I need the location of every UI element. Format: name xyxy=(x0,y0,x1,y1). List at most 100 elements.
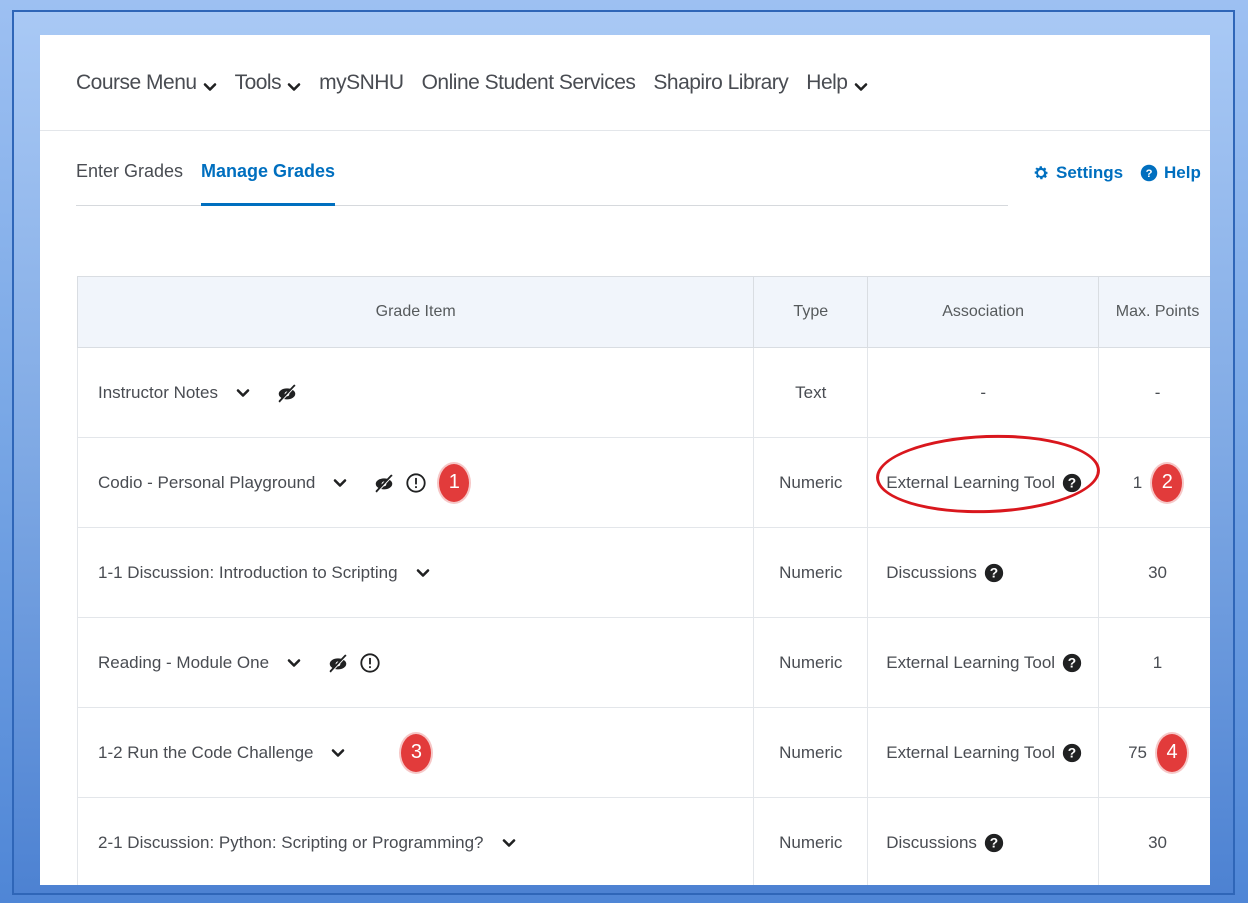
association-cell: Discussions? xyxy=(867,527,1100,618)
grade-type-cell: Numeric xyxy=(753,707,869,798)
grade-item-cell: Codio - Personal Playground 1 xyxy=(76,437,755,528)
column-header-type[interactable]: Type xyxy=(753,276,869,348)
annotation-badge: 3 xyxy=(401,733,432,772)
chevron-down-icon[interactable] xyxy=(333,476,347,490)
table-row: Reading - Module One Numeric External Lear… xyxy=(76,617,1210,708)
table-row: Instructor Notes Text - - xyxy=(76,347,1210,438)
grade-type-cell: Numeric xyxy=(753,617,869,708)
svg-text:?: ? xyxy=(990,835,998,850)
nav-item-2[interactable]: mySNHU xyxy=(319,71,404,95)
association-label: - xyxy=(980,382,986,402)
association-cell: External Learning Tool? xyxy=(867,707,1100,798)
tab-manage-grades[interactable]: Manage Grades xyxy=(201,161,336,206)
max-points-value: 30 xyxy=(1148,832,1167,852)
grade-item-cell: Reading - Module One xyxy=(76,617,755,708)
help-icon[interactable]: ? xyxy=(983,562,1005,584)
chevron-down-icon[interactable] xyxy=(331,746,345,760)
max-points-cell: 30 xyxy=(1098,527,1210,618)
grade-items-table: Grade Item Type Association Max. Points … xyxy=(76,276,1210,885)
svg-text:?: ? xyxy=(1068,745,1076,760)
max-points-cell: 12 xyxy=(1098,437,1210,528)
grade-type-cell: Numeric xyxy=(753,527,869,618)
grade-item-name[interactable]: Codio - Personal Playground xyxy=(98,473,315,493)
table-row: 1-2 Run the Code Challenge 3 Numeric Extern… xyxy=(76,707,1210,798)
chevron-down-icon xyxy=(287,76,301,91)
nav-item-1[interactable]: Tools xyxy=(235,71,302,95)
chevron-down-icon xyxy=(203,76,217,91)
annotation-badge: 4 xyxy=(1157,733,1187,772)
hidden-eye-icon xyxy=(327,652,349,674)
nav-item-label: Online Student Services xyxy=(421,70,636,94)
table-row: 1-1 Discussion: Introduction to Scriptin… xyxy=(76,527,1210,618)
max-points-value: 75 xyxy=(1128,742,1147,762)
nav-item-label: Help xyxy=(806,70,848,94)
help-icon[interactable]: ? xyxy=(1061,742,1083,764)
max-points-cell: 1 xyxy=(1098,617,1210,708)
max-points-cell: - xyxy=(1098,347,1210,438)
association-cell: Discussions? xyxy=(867,797,1100,885)
help-icon[interactable]: ? xyxy=(983,832,1005,854)
column-header-association[interactable]: Association xyxy=(867,276,1100,348)
association-label: External Learning Tool xyxy=(886,652,1056,672)
annotation-badge: 2 xyxy=(1152,463,1183,502)
chevron-down-icon xyxy=(854,76,868,91)
grade-item-cell: 1-2 Run the Code Challenge 3 xyxy=(76,707,755,798)
association-cell: External Learning Tool? xyxy=(867,617,1100,708)
grade-item-name[interactable]: 1-2 Run the Code Challenge xyxy=(98,743,313,763)
svg-text:?: ? xyxy=(1068,655,1076,670)
settings-button[interactable]: Settings xyxy=(1032,163,1123,183)
column-header-max-points[interactable]: Max. Points xyxy=(1098,276,1210,348)
max-points-value: 1 xyxy=(1132,472,1143,492)
nav-item-label: Course Menu xyxy=(76,70,197,94)
chevron-down-icon[interactable] xyxy=(287,656,301,670)
max-points-value: 1 xyxy=(1152,652,1163,672)
svg-text:?: ? xyxy=(990,565,998,580)
nav-item-4[interactable]: Shapiro Library xyxy=(653,71,788,95)
question-circle-icon: ? xyxy=(1140,164,1158,182)
nav-item-0[interactable]: Course Menu xyxy=(76,71,217,95)
alert-icon xyxy=(359,652,381,674)
association-label: External Learning Tool xyxy=(886,742,1056,762)
chevron-down-icon[interactable] xyxy=(502,836,516,850)
max-points-cell: 30 xyxy=(1098,797,1210,885)
nav-item-label: Tools xyxy=(234,70,282,94)
association-label: Discussions xyxy=(886,562,977,582)
grade-item-name[interactable]: 2-1 Discussion: Python: Scripting or Pro… xyxy=(98,833,484,853)
help-icon[interactable]: ? xyxy=(1061,652,1083,674)
course-nav-bar: Course Menu Tools mySNHU Online Student Ser… xyxy=(40,35,1210,131)
association-cell: - xyxy=(867,347,1100,438)
tab-enter-grades[interactable]: Enter Grades xyxy=(76,161,183,182)
grade-type-cell: Numeric xyxy=(753,797,869,885)
grade-type-cell: Numeric xyxy=(753,437,869,528)
chevron-down-icon[interactable] xyxy=(416,566,430,580)
association-label: Discussions xyxy=(886,832,977,852)
grade-item-name[interactable]: Instructor Notes xyxy=(98,383,218,403)
svg-text:?: ? xyxy=(1146,168,1153,180)
help-button[interactable]: ? Help xyxy=(1140,163,1201,183)
grade-item-name[interactable]: 1-1 Discussion: Introduction to Scriptin… xyxy=(98,563,398,583)
settings-label: Settings xyxy=(1056,163,1124,182)
chevron-down-icon[interactable] xyxy=(236,386,250,400)
grade-item-cell: Instructor Notes xyxy=(76,347,755,438)
nav-item-5[interactable]: Help xyxy=(806,71,867,95)
grade-item-cell: 1-1 Discussion: Introduction to Scriptin… xyxy=(76,527,755,618)
hidden-eye-icon xyxy=(373,472,395,494)
alert-icon xyxy=(405,472,427,494)
grades-tab-bar: Enter Grades Manage Grades xyxy=(76,153,1008,206)
grade-item-name[interactable]: Reading - Module One xyxy=(98,653,269,673)
grade-type-cell: Text xyxy=(753,347,869,438)
gear-icon xyxy=(1034,166,1049,180)
hidden-eye-icon xyxy=(276,382,298,404)
grade-item-cell: 2-1 Discussion: Python: Scripting or Pro… xyxy=(76,797,755,885)
nav-item-3[interactable]: Online Student Services xyxy=(422,71,636,95)
help-label: Help xyxy=(1164,163,1201,182)
table-header-row: Grade Item Type Association Max. Points xyxy=(76,276,1210,348)
table-row: 2-1 Discussion: Python: Scripting or Pro… xyxy=(76,797,1210,885)
nav-item-label: mySNHU xyxy=(319,70,404,94)
nav-item-label: Shapiro Library xyxy=(653,70,789,94)
max-points-cell: 75 4 xyxy=(1098,707,1210,798)
max-points-value: - xyxy=(1154,382,1161,402)
column-header-grade-item[interactable]: Grade Item xyxy=(76,276,755,348)
page: Course Menu Tools mySNHU Online Student Ser… xyxy=(40,35,1210,885)
max-points-value: 30 xyxy=(1148,562,1167,582)
